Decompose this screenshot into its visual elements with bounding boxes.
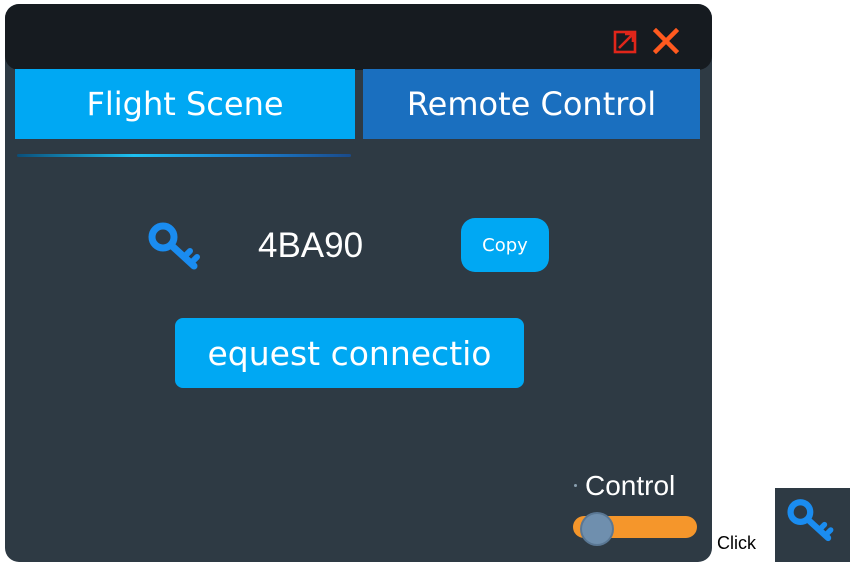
control-label: Control	[585, 470, 676, 501]
hint-key-tile	[775, 488, 850, 562]
restore-icon[interactable]	[613, 28, 639, 54]
key-icon	[787, 499, 834, 542]
key-icon	[148, 222, 200, 270]
control-label-dot	[574, 484, 577, 487]
close-icon[interactable]	[653, 28, 679, 54]
active-tab-underline	[17, 154, 351, 157]
copy-button-label: Copy	[482, 234, 528, 256]
tab-flight-scene-label: Flight Scene	[86, 85, 284, 123]
copy-button[interactable]: Copy	[461, 218, 549, 272]
connection-code: 4BA90	[258, 226, 364, 265]
title-bar	[5, 4, 712, 70]
request-connection-button[interactable]: equest connectio	[175, 318, 524, 388]
tab-remote-control-label: Remote Control	[406, 85, 657, 123]
tab-remote-control[interactable]: Remote Control	[363, 69, 700, 139]
tab-flight-scene[interactable]: Flight Scene	[15, 69, 355, 139]
hint-click-text: Click	[717, 533, 756, 553]
request-connection-label: equest connectio	[207, 333, 492, 373]
